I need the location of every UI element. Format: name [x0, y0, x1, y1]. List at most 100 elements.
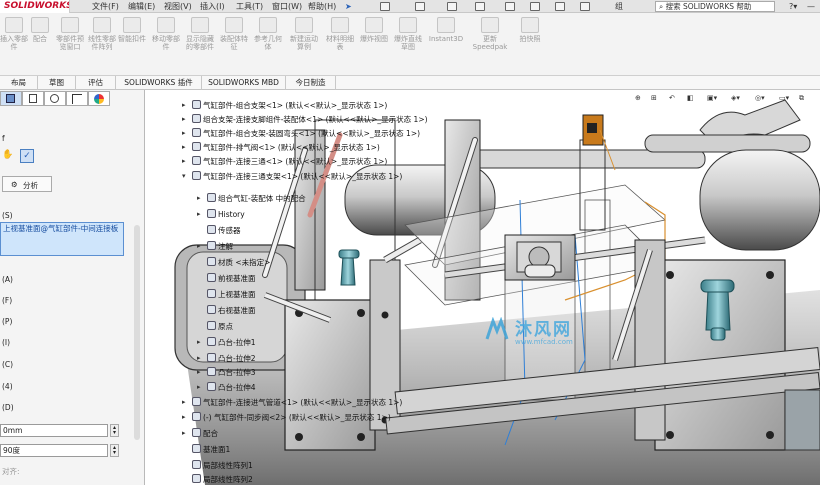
ribbon-insert-component[interactable]: 插入零部件 [0, 17, 28, 51]
ribbon-reference-geometry[interactable]: 参考几何体 [254, 17, 282, 51]
expand-arrow-icon[interactable]: ▸ [197, 192, 201, 205]
zoom-area-icon[interactable]: ⊞ [651, 92, 657, 105]
ribbon-component-preview[interactable]: 零部件预览窗口 [56, 17, 84, 51]
menu-edit[interactable]: 编辑(E) [128, 0, 155, 13]
collapse-arrow-icon[interactable]: ▾ [182, 170, 186, 183]
tree-item[interactable]: 气缸部件-连接三通<1> (默认<<默认>_显示状态 1>) [192, 155, 387, 168]
zoom-to-fit-icon[interactable]: ⊕ [635, 92, 641, 105]
previous-view-icon[interactable]: ↶ [669, 92, 675, 105]
tree-item-local-pattern-2[interactable]: 局部线性阵列2 [192, 473, 253, 485]
menu-view[interactable]: 视图(V) [164, 0, 192, 13]
expand-arrow-icon[interactable]: ▸ [197, 336, 201, 349]
tab-property-manager[interactable] [22, 91, 44, 106]
pin-icon[interactable]: ➤ [345, 0, 352, 13]
print-icon[interactable] [475, 2, 485, 11]
ribbon-linear-pattern[interactable]: 线性零部件阵列 [88, 17, 116, 51]
new-document-icon[interactable] [380, 2, 390, 11]
tree-item[interactable]: 气缸部件-组合支架-装圆弯头<1> (默认<<默认>_显示状态 1>) [192, 127, 420, 140]
tree-item-mates[interactable]: 配合 [192, 427, 218, 440]
tree-item-plane1[interactable]: 基准面1 [192, 443, 230, 456]
menu-window[interactable]: 窗口(W) [272, 0, 302, 13]
expand-arrow-icon[interactable]: ▸ [182, 396, 186, 409]
tree-item-boss-extrude-4[interactable]: 凸台-拉伸4 [207, 381, 255, 394]
hide-show-icon[interactable]: ◎▾ [755, 92, 765, 105]
options-icon[interactable] [580, 2, 590, 11]
select-icon[interactable] [530, 2, 540, 11]
distance-input[interactable]: 0mm [0, 424, 108, 437]
ribbon-mate[interactable]: 配合 [26, 17, 54, 43]
ribbon-bill-of-materials[interactable]: 材料明细表 [326, 17, 354, 51]
menu-insert[interactable]: 插入(I) [200, 0, 225, 13]
expand-arrow-icon[interactable]: ▸ [197, 352, 201, 365]
angle-spinner[interactable]: ▴ ▾ [110, 444, 119, 457]
angle-input[interactable]: 90度 [0, 444, 108, 457]
menu-tools[interactable]: 工具(T) [236, 0, 263, 13]
expand-arrow-icon[interactable]: ▸ [197, 366, 201, 379]
graphics-viewport[interactable]: ⊕ ⊞ ↶ ◧ ▣▾ ◈▾ ◎▾ ▭▾ ⧉ ▸ 气缸部件-组合支架<1> (默认… [145, 90, 820, 485]
option-4[interactable]: (C) [2, 360, 13, 369]
ribbon-smart-fasteners[interactable]: 智能扣件 [118, 17, 146, 43]
expand-arrow-icon[interactable]: ▸ [197, 240, 201, 253]
tab-mbd[interactable]: SOLIDWORKS MBD [202, 76, 286, 90]
solidworks-logo[interactable]: SOLIDWORKS [0, 0, 70, 13]
expand-arrow-icon[interactable]: ▸ [182, 99, 186, 112]
tree-item-boss-extrude-1[interactable]: 凸台-拉伸1 [207, 336, 255, 349]
ribbon-take-snapshot[interactable]: 拍快照 [516, 17, 544, 43]
expand-arrow-icon[interactable]: ▸ [182, 427, 186, 440]
tree-item-material[interactable]: 材质 <未指定> [207, 256, 270, 269]
pushpin-icon[interactable]: ✓ [20, 149, 34, 163]
minimize-icon[interactable]: — [807, 0, 815, 13]
panel-scrollbar[interactable] [134, 225, 140, 440]
option-3[interactable]: (I) [2, 338, 10, 347]
tab-make-today[interactable]: 今日制造 [286, 76, 336, 90]
tree-item-right-plane[interactable]: 右视基准面 [207, 304, 256, 317]
help-dropdown-icon[interactable]: ?▾ [789, 0, 797, 13]
rebuild-icon[interactable] [555, 2, 565, 11]
menu-help[interactable]: 帮助(H) [308, 0, 336, 13]
tree-item-history[interactable]: History [207, 208, 245, 221]
tree-item-annotations[interactable]: 注解 [207, 240, 233, 253]
tree-item[interactable]: 组合气缸-装配体 中的配合 [207, 192, 306, 205]
selection-list[interactable]: 上视基准面@气缸部件-中间连接板 [0, 222, 124, 256]
hand-icon[interactable]: ✋ [2, 150, 13, 160]
ribbon-show-hidden[interactable]: 显示隐藏的零部件 [186, 17, 214, 51]
tab-feature-tree[interactable] [0, 91, 22, 106]
tree-item[interactable]: 气缸部件-组合支架<1> (默认<<默认>_显示状态 1>) [192, 99, 387, 112]
tab-configuration[interactable] [44, 91, 66, 106]
tab-analysis[interactable]: ⚙ 分析 [2, 176, 52, 192]
ribbon-move-component[interactable]: 移动零部件 [152, 17, 180, 51]
undo-icon[interactable] [505, 2, 515, 11]
expand-arrow-icon[interactable]: ▸ [197, 381, 201, 394]
tree-item-origin[interactable]: 原点 [207, 320, 233, 333]
ribbon-assembly-features[interactable]: 装配体特征 [220, 17, 248, 51]
tree-item[interactable]: 组合支架-连接支脚组件-装配体<1> (默认<<默认>_显示状态 1>) [192, 113, 428, 126]
menu-file[interactable]: 文件(F) [92, 0, 119, 13]
display-style-icon[interactable]: ◈▾ [731, 92, 740, 105]
tree-item[interactable]: (-) 气缸部件-同步阀<2> (默认<<默认>_显示状态 1>) [192, 411, 391, 424]
ribbon-exploded-view[interactable]: 爆炸视图 [360, 17, 388, 43]
tree-item[interactable]: 气缸部件-排气阀<1> (默认<<默认>_显示状态 1>) [192, 141, 380, 154]
tree-item[interactable]: 气缸部件-连接进气管道<1> (默认<<默认>_显示状态 1>) [192, 396, 402, 409]
tree-item-front-plane[interactable]: 前视基准面 [207, 272, 256, 285]
expand-arrow-icon[interactable]: ▸ [182, 141, 186, 154]
tree-item-boss-extrude-2[interactable]: 凸台-拉伸2 [207, 352, 255, 365]
expand-arrow-icon[interactable]: ▸ [197, 208, 201, 221]
tree-item[interactable]: 气缸部件-连接三通支架<1> (默认<<默认>_显示状态 1>) [192, 170, 402, 183]
help-search-input[interactable]: ⌕ 搜索 SOLIDWORKS 帮助 [655, 1, 775, 12]
distance-spinner[interactable]: ▴ ▾ [110, 424, 119, 437]
ribbon-instant3d[interactable]: Instant3D [428, 17, 464, 43]
tab-evaluate[interactable]: 评估 [76, 76, 116, 90]
section-view-icon[interactable]: ◧ [687, 92, 694, 105]
view-orientation-icon[interactable]: ▣▾ [707, 92, 717, 105]
open-icon[interactable] [415, 2, 425, 11]
tree-item-top-plane[interactable]: 上视基准面 [207, 288, 256, 301]
ribbon-new-motion-study[interactable]: 新建运动算例 [290, 17, 318, 51]
tab-layout[interactable]: 布局 [0, 76, 38, 90]
option-5[interactable]: (4) [2, 382, 13, 391]
tab-display-manager[interactable] [88, 91, 110, 106]
ribbon-explode-line-sketch[interactable]: 爆炸直线草图 [394, 17, 422, 51]
expand-arrow-icon[interactable]: ▸ [182, 113, 186, 126]
option-1[interactable]: (F) [2, 296, 12, 305]
restore-window-icon[interactable]: ⧉ [799, 92, 804, 105]
monitor-icon[interactable]: ▭▾ [779, 92, 789, 105]
